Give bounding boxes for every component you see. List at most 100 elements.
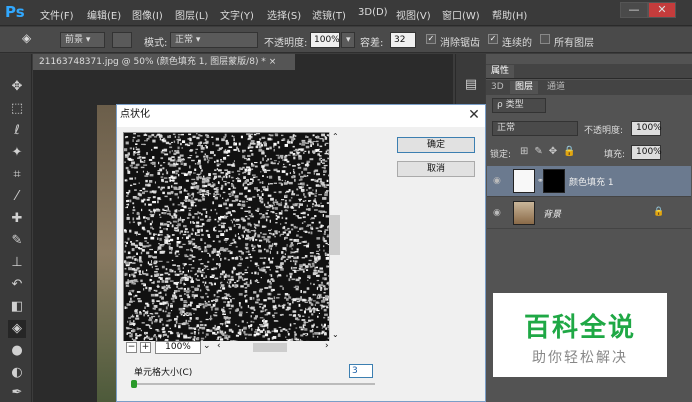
layer-filter-select[interactable]: ρ 类型 (492, 98, 546, 113)
layer-row-color-fill[interactable]: ◉ ⚭ 颜色填充 1 (487, 166, 691, 197)
contiguous-checkbox[interactable]: ✓ (488, 34, 498, 44)
zoom-out-button[interactable]: − (126, 342, 137, 353)
brush-tool-icon[interactable]: ✎ (8, 232, 26, 250)
move-tool-icon[interactable]: ✥ (8, 78, 26, 96)
opacity-dropdown-icon[interactable]: ▾ (341, 32, 355, 48)
stamp-tool-icon[interactable]: ⊥ (8, 254, 26, 272)
fill-input[interactable]: 100% (631, 145, 662, 160)
menu-select[interactable]: 选择(S) (267, 7, 301, 22)
eraser-tool-icon[interactable]: ◧ (8, 298, 26, 316)
menu-image[interactable]: 图像(I) (132, 7, 163, 22)
antialias-checkbox[interactable]: ✓ (426, 34, 436, 44)
paint-bucket-icon[interactable]: ◈ (22, 31, 31, 45)
scroll-right-icon[interactable]: › (325, 341, 329, 351)
menu-window[interactable]: 窗口(W) (442, 7, 480, 22)
antialias-label: 消除锯齿 (440, 38, 480, 49)
zoom-value: 100% (155, 341, 201, 354)
preview-noise (124, 133, 330, 341)
fill-label: 填充: (604, 150, 626, 160)
menu-type[interactable]: 文字(Y) (220, 7, 254, 22)
layer-opacity-label: 不透明度: (584, 126, 624, 136)
scroll-up-icon[interactable]: ⌃ (332, 132, 339, 141)
cell-size-input[interactable]: 3 (349, 364, 373, 378)
all-layers-checkbox[interactable] (540, 34, 550, 44)
background-thumbnail (513, 201, 535, 225)
tab-channels[interactable]: 通道 (542, 81, 570, 94)
scroll-down-icon[interactable]: ⌄ (332, 330, 339, 339)
tab-close-icon[interactable]: × (269, 57, 277, 67)
eyedropper-icon[interactable]: ⁄ (8, 188, 26, 206)
layer-name: 颜色填充 1 (569, 178, 614, 188)
layer-name: 背景 (543, 210, 562, 220)
document-canvas[interactable] (97, 105, 117, 402)
mode-label: 模式: (144, 38, 168, 49)
menu-help[interactable]: 帮助(H) (492, 7, 527, 22)
layers-panel-tabs: 3D 图层 通道 (486, 80, 692, 95)
mode-select[interactable]: 正常 ▾ (170, 32, 258, 48)
photoshop-logo: Ps (5, 3, 25, 21)
properties-panel-header: 属性 (486, 64, 692, 79)
cell-size-slider[interactable] (133, 383, 375, 385)
filter-preview[interactable] (123, 132, 338, 342)
close-window-button[interactable]: ✕ (648, 2, 676, 18)
dodge-tool-icon[interactable]: ◐ (8, 364, 26, 382)
menu-file[interactable]: 文件(F) (40, 7, 74, 22)
cell-size-label: 单元格大小(C) (134, 368, 193, 378)
scroll-left-icon[interactable]: ‹ (217, 341, 221, 351)
menu-filter[interactable]: 滤镜(T) (312, 7, 346, 22)
dialog-close-button[interactable]: ✕ (463, 105, 485, 125)
paint-bucket-tool-icon[interactable]: ◈ (8, 320, 26, 338)
history-panel-icon[interactable]: ▤ (462, 76, 480, 94)
history-brush-icon[interactable]: ↶ (8, 276, 26, 294)
menu-edit[interactable]: 编辑(E) (87, 7, 121, 22)
visibility-eye-icon[interactable]: ◉ (493, 208, 501, 218)
tab-layers[interactable]: 图层 (510, 81, 539, 94)
crop-tool-icon[interactable]: ⌗ (8, 166, 26, 184)
zoom-in-button[interactable]: + (140, 342, 151, 353)
tab-3d[interactable]: 3D (486, 81, 509, 94)
fill-source-select[interactable]: 前景 ▾ (60, 32, 105, 48)
blur-tool-icon[interactable]: ● (8, 342, 26, 360)
tools-bar: ✥ ⬚ ℓ ✦ ⌗ ⁄ ✚ ✎ ⊥ ↶ ◧ ◈ ● ◐ ✒ (0, 54, 32, 402)
minimize-button[interactable]: — (620, 2, 648, 18)
lock-icons[interactable]: ⊞✎✥🔒 (520, 146, 582, 157)
lock-icon: 🔒 (653, 207, 665, 217)
menu-view[interactable]: 视图(V) (396, 7, 431, 22)
opacity-label: 不透明度: (264, 38, 308, 49)
tolerance-input[interactable]: 32 (390, 32, 416, 48)
ok-button[interactable]: 确定 (397, 137, 475, 153)
dialog-title: 点状化 (117, 105, 485, 127)
options-bar: ◈ 前景 ▾ 模式: 正常 ▾ 不透明度: 100% ▾ 容差: 32 ✓ 消除… (0, 27, 692, 53)
menu-layer[interactable]: 图层(L) (175, 7, 208, 22)
visibility-eye-icon[interactable]: ◉ (493, 176, 501, 186)
opacity-input[interactable]: 100% (310, 32, 340, 48)
fill-layer-thumbnail (513, 169, 535, 193)
layer-opacity-input[interactable]: 100% (631, 121, 662, 136)
cell-size-slider-knob[interactable] (131, 380, 137, 388)
cancel-button[interactable]: 取消 (397, 161, 475, 177)
properties-tab[interactable]: 属性 (486, 65, 515, 78)
menu-3d[interactable]: 3D(D) (358, 7, 388, 18)
magic-wand-icon[interactable]: ✦ (8, 144, 26, 162)
lock-label: 锁定: (490, 150, 512, 160)
watermark-title: 百科全说 (523, 313, 636, 343)
zoom-dropdown-icon[interactable]: ⌄ (203, 341, 211, 351)
horizontal-scroll-thumb[interactable] (253, 343, 287, 352)
contiguous-label: 连续的 (502, 38, 532, 49)
vertical-scroll-thumb[interactable] (330, 215, 340, 255)
document-tab-title: 21163748371.jpg @ 50% (颜色填充 1, 图层蒙版/8) * (39, 57, 266, 67)
layer-mask-thumbnail[interactable] (543, 169, 565, 193)
healing-brush-icon[interactable]: ✚ (8, 210, 26, 228)
pattern-picker[interactable] (112, 32, 132, 48)
tolerance-label: 容差: (360, 38, 384, 49)
lasso-tool-icon[interactable]: ℓ (8, 122, 26, 140)
document-tab[interactable]: 21163748371.jpg @ 50% (颜色填充 1, 图层蒙版/8) *… (33, 54, 295, 70)
all-layers-label: 所有图层 (554, 38, 594, 49)
layer-row-background[interactable]: ◉ 背景 🔒 (487, 198, 691, 229)
watermark-box: 百科全说 助你轻松解决 (493, 293, 667, 377)
pen-tool-icon[interactable]: ✒ (8, 384, 26, 402)
marquee-tool-icon[interactable]: ⬚ (8, 100, 26, 118)
zoom-bar: − + 100% ⌄ ‹ › (123, 341, 341, 355)
pointillize-dialog: 点状化 ✕ ⌃ ⌄ − + 100% ⌄ ‹ › 确定 取消 单元格大小(C) … (116, 104, 486, 402)
blend-mode-select[interactable]: 正常 (492, 121, 578, 136)
